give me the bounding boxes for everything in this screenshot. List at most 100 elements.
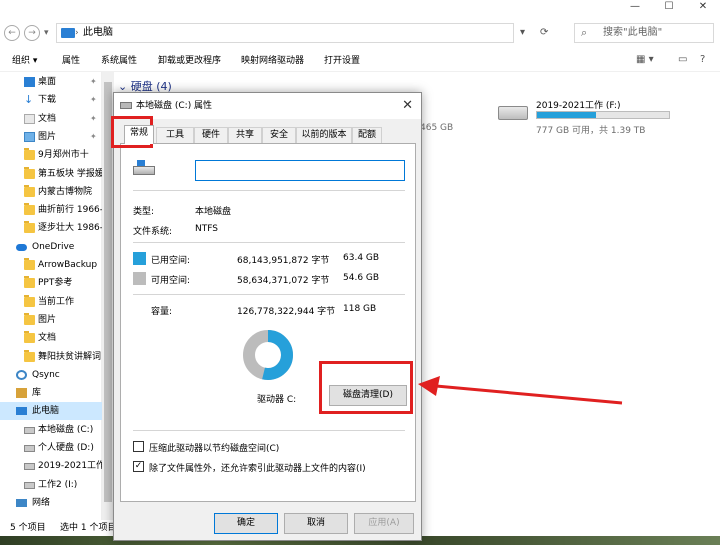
drive-properties-dialog: 本地磁盘 (C:) 属性 ✕ 常规 工具 硬件 共享 安全 以前的版本 配额 类… [113, 92, 422, 541]
sidebar-item[interactable]: ↓ 下载 ✦ [0, 91, 102, 109]
sidebar-item[interactable]: 网络 [0, 494, 102, 512]
sidebar-item[interactable]: 2019-2021工作 ( [0, 457, 102, 475]
sidebar-item[interactable]: 个人硬盘 (D:) [0, 439, 102, 457]
sidebar-item[interactable]: 库 [0, 384, 102, 402]
free-space-label: 可用空间: [151, 276, 191, 286]
toolbar-open-settings-button[interactable]: 打开设置 [324, 50, 360, 72]
address-dropdown-icon[interactable]: ▾ [520, 23, 525, 43]
drive-name-input[interactable] [195, 160, 405, 181]
network-icon [16, 498, 27, 507]
sidebar-item[interactable]: 第五板块 学报媛 [0, 165, 102, 183]
index-checkbox[interactable]: ✓ [133, 461, 144, 472]
drive-tile-f[interactable]: 2019-2021工作 (F:) 777 GB 可用，共 1.39 TB [498, 98, 698, 136]
sidebar-item[interactable]: 图片 [0, 311, 102, 329]
navigation-pane: 桌面 ✦ ↓ 下载 ✦ 文档 ✦ 图片 ✦ 9月郑州市十 第五板块 学报媛 内蒙古博物院 曲折前行 19… [0, 72, 102, 520]
sidebar-item-label: 当前工作 [38, 296, 75, 307]
close-icon[interactable]: ✕ [402, 93, 413, 119]
drive-icon [24, 481, 35, 489]
drive-windows-icon [133, 160, 155, 175]
drive-icon [498, 106, 528, 120]
toolbar-organize-button[interactable]: 组织 ▾ [12, 50, 37, 72]
compress-checkbox[interactable] [133, 441, 144, 452]
search-placeholder: 搜索"此电脑" [603, 27, 663, 38]
drive-usage-bar [536, 111, 670, 119]
sidebar-item[interactable]: OneDrive [0, 238, 102, 256]
usage-donut-chart [241, 328, 295, 382]
sidebar-item-label: 舞阳扶贫讲解词 [38, 351, 102, 362]
recent-chevron-icon[interactable]: ▾ [44, 25, 49, 41]
used-space-swatch [133, 252, 146, 265]
free-space-swatch [133, 272, 146, 285]
maximize-icon[interactable]: ☐ [652, 0, 686, 14]
qsync-icon [16, 369, 27, 380]
general-tab-panel: 类型: 本地磁盘 文件系统: NTFS 已用空间: 68,143,951,872… [120, 143, 416, 502]
tab-quota[interactable]: 配额 [352, 127, 382, 143]
divider [133, 430, 405, 431]
sidebar-item[interactable]: 曲折前行 1966-1 [0, 201, 102, 219]
sidebar-item[interactable]: 本地磁盘 (C:) [0, 421, 102, 439]
toolbar-system-properties-button[interactable]: 系统属性 [101, 50, 137, 72]
free-space-bytes: 58,634,371,072 字节 [237, 276, 330, 286]
tab-tools[interactable]: 工具 [156, 127, 194, 143]
refresh-icon[interactable]: ⟳ [540, 23, 548, 43]
sidebar-item-label: 库 [32, 388, 42, 399]
sidebar-item[interactable]: Qsync [0, 366, 102, 384]
toolbar-uninstall-button[interactable]: 卸载或更改程序 [158, 50, 221, 72]
tab-security[interactable]: 安全 [262, 127, 296, 143]
sidebar-item[interactable]: 逐步壮大 1986-1 [0, 219, 102, 237]
address-bar[interactable]: › 此电脑 [56, 23, 514, 43]
sidebar-item[interactable]: 图片 ✦ [0, 128, 102, 146]
tab-sharing[interactable]: 共享 [228, 127, 262, 143]
drive-icon [24, 463, 35, 471]
dialog-tabs: 常规 工具 硬件 共享 安全 以前的版本 配额 [120, 125, 416, 144]
folder-icon [24, 184, 35, 197]
sidebar-item[interactable]: 文档 [0, 329, 102, 347]
help-icon[interactable]: ? [700, 54, 705, 65]
sidebar-item[interactable]: ArrowBackup [0, 256, 102, 274]
pin-icon: ✦ [90, 113, 97, 123]
filesystem-label: 文件系统: [133, 227, 173, 237]
sidebar-item[interactable]: 此电脑 [0, 402, 102, 421]
tab-general[interactable]: 常规 [124, 125, 154, 144]
tab-previous-versions[interactable]: 以前的版本 [296, 127, 352, 143]
sidebar-item-label: 此电脑 [32, 406, 60, 417]
pin-icon: ✦ [90, 77, 97, 86]
apply-button[interactable]: 应用(A) [354, 513, 414, 534]
sidebar-item-label: PPT参考 [38, 278, 73, 289]
sidebar-item-label: 曲折前行 1966-1 [38, 205, 102, 216]
sidebar-item[interactable]: 9月郑州市十 [0, 146, 102, 164]
folder-icon [24, 294, 35, 307]
search-input[interactable]: ⌕ 搜索"此电脑" [574, 23, 714, 43]
capacity-label: 容量: [151, 307, 173, 317]
toolbar-properties-button[interactable]: 属性 [62, 50, 80, 72]
drive-letter-label: 驱动器 C: [257, 395, 297, 405]
sidebar-item-label: 下载 [38, 95, 57, 106]
sidebar-item[interactable]: 桌面 ✦ [0, 73, 102, 91]
used-space-gb: 63.4 GB [343, 253, 380, 263]
breadcrumb-separator-icon: › [75, 28, 79, 38]
capacity-gb: 118 GB [343, 304, 377, 314]
sidebar-item-label: 文档 [38, 333, 57, 344]
sidebar-item[interactable]: PPT参考 [0, 274, 102, 292]
toolbar-map-drive-button[interactable]: 映射网络驱动器 [241, 50, 304, 72]
forward-icon[interactable]: → [24, 25, 40, 41]
free-space-gb: 54.6 GB [343, 273, 380, 283]
sidebar-item[interactable]: 内蒙古博物院 [0, 183, 102, 201]
pc-icon [16, 407, 27, 416]
pin-icon: ✦ [90, 95, 97, 105]
view-options-icon[interactable]: ▦ ▾ [636, 54, 654, 65]
sidebar-item[interactable]: 当前工作 [0, 293, 102, 311]
minimize-icon[interactable]: — [618, 0, 652, 14]
sidebar-item[interactable]: 文档 ✦ [0, 110, 102, 128]
close-window-icon[interactable]: ✕ [686, 0, 720, 14]
dialog-titlebar: 本地磁盘 (C:) 属性 ✕ [114, 93, 421, 119]
sidebar-item[interactable]: 工作2 (I:) [0, 476, 102, 494]
cancel-button[interactable]: 取消 [284, 513, 348, 534]
back-icon[interactable]: ← [4, 25, 20, 41]
ok-button[interactable]: 确定 [214, 513, 278, 534]
sidebar-item-label: 图片 [38, 131, 57, 142]
sidebar-item[interactable]: 舞阳扶贫讲解词 [0, 348, 102, 366]
tab-hardware[interactable]: 硬件 [194, 127, 228, 143]
folder-icon [24, 258, 35, 270]
preview-pane-icon[interactable]: ▭ [678, 54, 687, 65]
